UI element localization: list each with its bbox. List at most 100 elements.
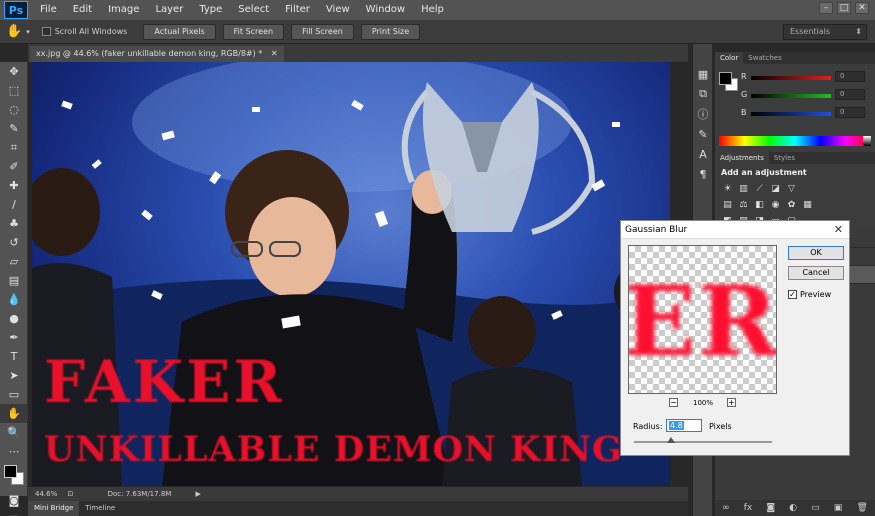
zoom-in-button[interactable]: + <box>727 398 736 407</box>
document-tab[interactable]: xx.jpg @ 44.6% (faker unkillable demon k… <box>30 46 284 62</box>
radius-slider-thumb[interactable] <box>667 437 676 443</box>
color-balance-icon[interactable]: ⚖ <box>738 200 749 210</box>
new-group-icon[interactable]: ▭ <box>811 503 820 513</box>
crop-tool-icon[interactable]: ⌗ <box>0 138 28 157</box>
link-layers-icon[interactable]: ∞ <box>722 503 730 513</box>
channel-value-input[interactable]: 0 <box>835 107 865 118</box>
close-icon[interactable]: ✕ <box>834 223 843 236</box>
brush-tool-icon[interactable]: / <box>0 195 28 214</box>
close-window-button[interactable]: ✕ <box>855 2 869 14</box>
menu-type[interactable]: Type <box>191 0 230 20</box>
exposure-icon[interactable]: ◪ <box>770 184 781 194</box>
tab-swatches[interactable]: Swatches <box>743 52 786 64</box>
menu-layer[interactable]: Layer <box>147 0 191 20</box>
marquee-tool-icon[interactable]: ⬚ <box>0 81 28 100</box>
vibrance-icon[interactable]: ▽ <box>786 184 797 194</box>
channel-slider[interactable] <box>751 76 831 80</box>
channel-value-input[interactable]: 0 <box>835 89 865 100</box>
checkbox-box[interactable]: ✓ <box>788 290 797 299</box>
gradient-tool-icon[interactable]: ▤ <box>0 271 28 290</box>
cancel-button[interactable]: Cancel <box>788 266 844 280</box>
history-brush-tool-icon[interactable]: ↺ <box>0 233 28 252</box>
new-layer-icon[interactable]: ▣ <box>834 503 843 513</box>
screen-mode-icon[interactable]: ▣ <box>0 510 28 516</box>
move-tool-icon[interactable]: ✥ <box>0 62 28 81</box>
canvas-area[interactable]: FAKER UNKILLABLE DEMON KING <box>28 62 688 486</box>
type-tool-icon[interactable]: T <box>0 347 28 366</box>
menu-edit[interactable]: Edit <box>65 0 100 20</box>
menu-view[interactable]: View <box>318 0 358 20</box>
path-select-tool-icon[interactable]: ➤ <box>0 366 28 385</box>
document-image[interactable]: FAKER UNKILLABLE DEMON KING <box>32 62 670 486</box>
tab-styles[interactable]: Styles <box>769 152 800 164</box>
dodge-tool-icon[interactable]: ● <box>0 309 28 328</box>
menu-file[interactable]: File <box>32 0 65 20</box>
tool-preset-chevron-icon[interactable]: ▾ <box>26 28 30 36</box>
tab-timeline[interactable]: Timeline <box>79 501 121 516</box>
eraser-tool-icon[interactable]: ▱ <box>0 252 28 271</box>
levels-icon[interactable]: ▥ <box>738 184 749 194</box>
print-size-button[interactable]: Print Size <box>360 23 421 40</box>
quick-mask-icon[interactable]: ◙ <box>0 491 28 510</box>
black-white-icon[interactable]: ◧ <box>754 200 765 210</box>
lasso-tool-icon[interactable]: ◌ <box>0 100 28 119</box>
close-tab-icon[interactable]: ✕ <box>271 49 278 58</box>
color-spectrum-bar[interactable] <box>719 136 871 146</box>
menu-window[interactable]: Window <box>358 0 413 20</box>
scroll-all-windows-checkbox[interactable] <box>41 27 51 36</box>
info-panel-icon[interactable]: ⓘ <box>693 104 713 124</box>
add-mask-icon[interactable]: ◙ <box>766 503 775 513</box>
foreground-color-swatch[interactable] <box>4 465 17 478</box>
hand-tool-icon[interactable]: ✋ <box>0 404 28 423</box>
tab-mini-bridge[interactable]: Mini Bridge <box>28 501 80 516</box>
radius-input[interactable]: 4.8 <box>666 419 702 432</box>
brightness-contrast-icon[interactable]: ☀ <box>722 184 733 194</box>
clone-stamp-tool-icon[interactable]: ♣ <box>0 214 28 233</box>
workspace-select[interactable]: Essentials ⬍ <box>783 24 867 40</box>
menu-filter[interactable]: Filter <box>277 0 318 20</box>
actual-pixels-button[interactable]: Actual Pixels <box>143 23 216 40</box>
zoom-tool-icon[interactable]: 🔍 <box>0 423 28 442</box>
blur-preview[interactable]: ER <box>628 245 777 394</box>
menu-select[interactable]: Select <box>230 0 277 20</box>
spectrum-black-white[interactable] <box>863 136 871 146</box>
blur-tool-icon[interactable]: 💧 <box>0 290 28 309</box>
fit-screen-button[interactable]: Fit Screen <box>222 23 285 40</box>
channel-value-input[interactable]: 0 <box>835 71 865 82</box>
properties-panel-icon[interactable]: ⧉ <box>693 84 713 104</box>
delete-layer-icon[interactable]: 🗑 <box>856 503 867 513</box>
maximize-button[interactable]: □ <box>837 2 851 14</box>
paragraph-panel-icon[interactable]: ¶ <box>693 164 713 184</box>
layer-style-icon[interactable]: fx <box>744 503 753 513</box>
channel-slider[interactable] <box>751 94 831 98</box>
tab-adjustments[interactable]: Adjustments <box>715 152 769 164</box>
channel-slider[interactable] <box>751 112 831 116</box>
hue-saturation-icon[interactable]: ▤ <box>722 200 733 210</box>
menu-image[interactable]: Image <box>100 0 147 20</box>
fill-screen-button[interactable]: Fill Screen <box>291 23 354 40</box>
ok-button[interactable]: OK <box>788 246 844 260</box>
eyedropper-tool-icon[interactable]: ✐ <box>0 157 28 176</box>
preview-checkbox[interactable]: ✓ Preview <box>788 290 831 299</box>
photo-filter-icon[interactable]: ◉ <box>770 200 781 210</box>
panel-foreground-swatch[interactable] <box>719 72 732 85</box>
channel-mixer-icon[interactable]: ✿ <box>786 200 797 210</box>
brush-presets-icon[interactable]: ✎ <box>693 124 713 144</box>
zoom-level[interactable]: 44.6% <box>35 490 57 498</box>
quick-select-tool-icon[interactable]: ✎ <box>0 119 28 138</box>
menu-help[interactable]: Help <box>413 0 452 20</box>
history-panel-icon[interactable]: ▦ <box>693 64 713 84</box>
status-icon[interactable]: ⊡ <box>67 490 73 498</box>
color-lookup-icon[interactable]: ▦ <box>802 200 813 210</box>
color-swatches[interactable] <box>0 461 27 491</box>
minimize-button[interactable]: – <box>819 2 833 14</box>
status-arrow-icon[interactable]: ▶ <box>196 490 201 498</box>
curves-icon[interactable]: ⟋ <box>754 184 765 194</box>
character-panel-icon[interactable]: A <box>693 144 713 164</box>
zoom-out-button[interactable]: − <box>669 398 678 407</box>
pen-tool-icon[interactable]: ✒ <box>0 328 28 347</box>
radius-slider[interactable] <box>634 437 772 443</box>
new-adjustment-icon[interactable]: ◐ <box>789 503 797 513</box>
tab-color[interactable]: Color <box>715 52 744 64</box>
rectangle-tool-icon[interactable]: ▭ <box>0 385 28 404</box>
